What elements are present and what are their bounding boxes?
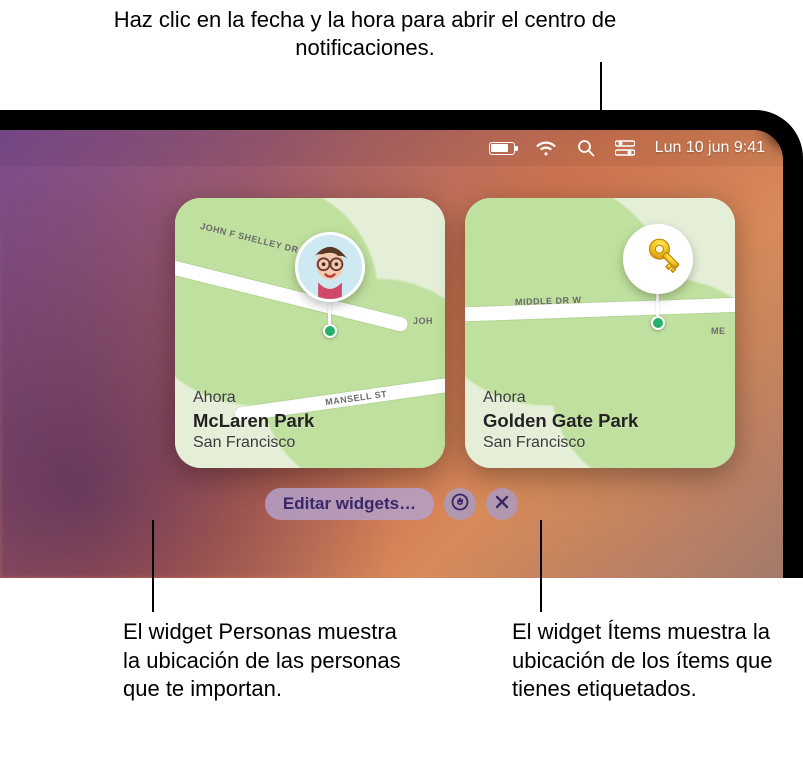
widget-people[interactable]: JOHN F SHELLEY DR JOH MANSELL ST bbox=[175, 198, 445, 468]
road-label: ME bbox=[711, 326, 726, 336]
widget-now-label: Ahora bbox=[483, 389, 638, 407]
callout-bottom-left: El widget Personas muestra la ubicación … bbox=[123, 618, 403, 704]
widget-place-label: McLaren Park bbox=[193, 410, 314, 432]
callout-line bbox=[540, 520, 542, 612]
menubar: Lun 10 jun 9:41 bbox=[0, 130, 783, 166]
widget-text: Ahora McLaren Park San Francisco bbox=[193, 389, 314, 452]
keys-icon bbox=[623, 224, 693, 294]
item-pin bbox=[651, 316, 665, 330]
wifi-icon[interactable] bbox=[535, 140, 557, 156]
widget-city-label: San Francisco bbox=[483, 434, 638, 452]
pin-stem bbox=[328, 302, 331, 324]
callout-top: Haz clic en la fecha y la hora para abri… bbox=[55, 6, 675, 61]
screen: Lun 10 jun 9:41 JOHN F SHELLEY DR JOH MA… bbox=[0, 130, 783, 578]
widget-place-label: Golden Gate Park bbox=[483, 410, 638, 432]
control-center-icon[interactable] bbox=[615, 140, 635, 156]
edit-widgets-button[interactable]: Editar widgets… bbox=[265, 488, 434, 520]
battery-icon[interactable] bbox=[489, 142, 515, 155]
device-frame: Lun 10 jun 9:41 JOHN F SHELLEY DR JOH MA… bbox=[0, 110, 803, 578]
pin-stem bbox=[656, 294, 659, 316]
close-widgets-button[interactable] bbox=[486, 488, 518, 520]
widget-city-label: San Francisco bbox=[193, 434, 314, 452]
widget-controls: Editar widgets… bbox=[0, 488, 783, 520]
search-icon[interactable] bbox=[577, 139, 595, 157]
callout-line bbox=[600, 62, 602, 112]
widget-now-label: Ahora bbox=[193, 389, 314, 407]
close-icon bbox=[495, 495, 509, 514]
gear-icon bbox=[451, 493, 469, 516]
callout-line bbox=[152, 520, 154, 612]
memoji-avatar-icon bbox=[295, 232, 365, 302]
widgets-row: JOHN F SHELLEY DR JOH MANSELL ST bbox=[175, 198, 755, 468]
menubar-datetime[interactable]: Lun 10 jun 9:41 bbox=[655, 139, 765, 157]
widget-settings-button[interactable] bbox=[444, 488, 476, 520]
widget-text: Ahora Golden Gate Park San Francisco bbox=[483, 389, 638, 452]
callout-bottom-right: El widget Ítems muestra la ubicación de … bbox=[512, 618, 802, 704]
road-label: JOH bbox=[413, 316, 433, 326]
widget-items[interactable]: MIDDLE DR W ME bbox=[465, 198, 735, 468]
person-pin bbox=[323, 324, 337, 338]
